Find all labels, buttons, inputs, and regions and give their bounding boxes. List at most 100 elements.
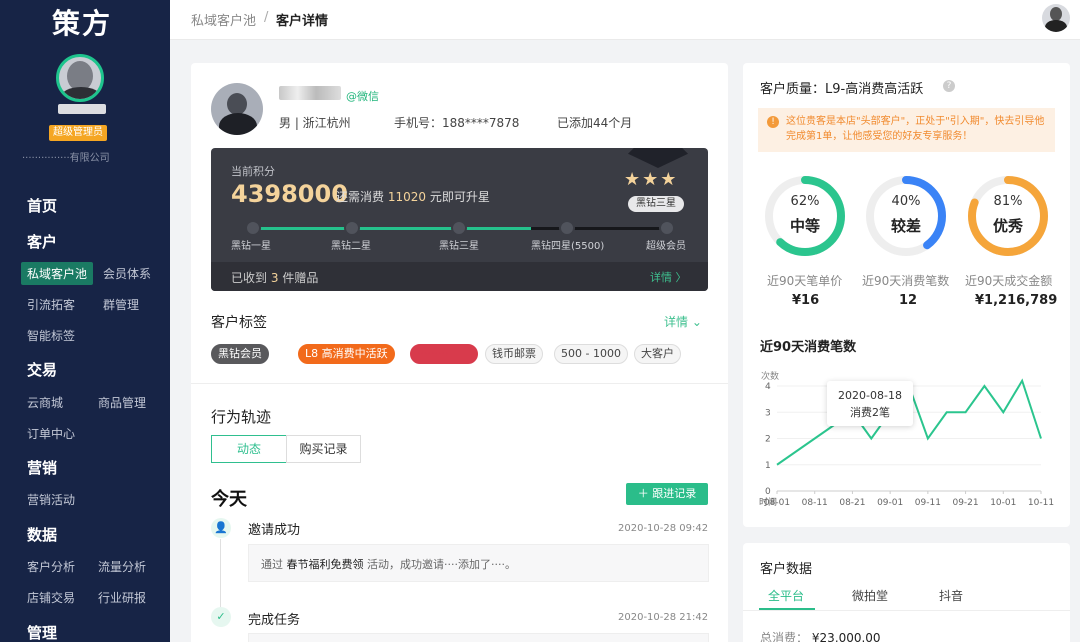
rank-stars: ★★★	[624, 169, 679, 190]
task-check-icon: ✓	[211, 607, 231, 627]
y-tick-label: 4	[765, 382, 771, 392]
metric-label: 近90天成交金额	[965, 274, 1053, 288]
metric-value: ¥1,216,789	[975, 293, 1058, 308]
nav-item-member-system[interactable]: 会员体系	[103, 265, 151, 282]
nav-home[interactable]: 首页	[27, 195, 57, 216]
tab-douyin[interactable]: 抖音	[939, 587, 963, 604]
help-icon[interactable]: ?	[943, 80, 955, 92]
nav-item-store-trade[interactable]: 店铺交易	[27, 589, 75, 606]
nav-manage[interactable]: 管理	[27, 622, 57, 642]
gauge-level: 较差	[890, 217, 921, 235]
tag-price-range[interactable]: 500 - 1000	[554, 344, 628, 364]
event-title: 完成任务	[248, 613, 301, 628]
tag-black-diamond[interactable]: 黑钻会员	[211, 344, 269, 364]
level-label: 超级会员	[646, 241, 686, 252]
level-label: 黑钻四星(5500)	[531, 241, 605, 252]
event-description	[248, 633, 709, 642]
timeline-day-heading: 今天	[211, 489, 247, 510]
tab-activity[interactable]: 动态	[211, 435, 287, 463]
nav-marketing[interactable]: 营销	[27, 457, 57, 478]
total-spend-label: 总消费：	[760, 631, 809, 642]
membership-detail-link[interactable]: 详情 〉	[650, 269, 687, 285]
y-axis-label: 次数	[761, 370, 779, 382]
nav-item-smart-tags[interactable]: 智能标签	[27, 327, 75, 344]
event-time: 2020-10-28 09:42	[618, 523, 709, 534]
tab-purchase-records[interactable]: 购买记录	[286, 435, 361, 463]
chart-tooltip: 2020-08-18 消费2笔	[827, 381, 913, 426]
tab-divider	[743, 610, 1070, 611]
x-tick-label: 10-11	[1028, 498, 1054, 508]
y-tick-label: 1	[765, 461, 771, 471]
nav-item-campaigns[interactable]: 营销活动	[27, 491, 75, 508]
behavior-title: 行为轨迹	[211, 408, 272, 426]
y-tick-label: 0	[765, 487, 771, 497]
gauge-level: 优秀	[992, 217, 1023, 235]
level-progress	[253, 227, 532, 230]
diamond-icon	[628, 148, 688, 168]
breadcrumb-current: 客户详情	[276, 14, 329, 29]
user-avatar[interactable]	[56, 54, 104, 102]
membership-card: 当前积分 4398000 还需消费 11020 元即可升星 ★★★ 黑钻三星 黑…	[211, 148, 708, 291]
nav-item-products[interactable]: 商品管理	[98, 394, 146, 411]
gifts-received: 已收到 3 件赠品	[231, 269, 318, 286]
customer-added-duration: 已添加44个月	[557, 116, 633, 130]
upgrade-amount: 11020	[387, 190, 427, 204]
nav-item-industry[interactable]: 行业研报	[98, 589, 146, 606]
event-description: 通过 春节福利免费领 活动，成功邀请····添加了····。	[248, 544, 709, 582]
metric-value: 12	[899, 293, 918, 308]
customer-quality-card: 客户质量：L9-高消费高活跃 ? ! 这位贵客是本店"头部客户"，正处于"引入期…	[743, 63, 1070, 527]
rank-badge: 黑钻三星	[628, 196, 684, 212]
gauge-percent: 81%	[993, 194, 1023, 209]
nav-item-cloud-mall[interactable]: 云商城	[27, 394, 63, 411]
nav-item-cust-analysis[interactable]: 客户分析	[27, 558, 75, 575]
tag-redacted[interactable]: ·········	[410, 344, 478, 364]
tab-weipaitang[interactable]: 微拍堂	[852, 587, 888, 604]
x-tick-label: 09-01	[877, 498, 903, 508]
tags-title: 客户标签	[211, 315, 267, 331]
level-label: 黑钻三星	[439, 241, 479, 252]
customer-phone: 手机号：188****7878	[394, 116, 520, 130]
top-bar: 私域客户池 / 客户详情	[170, 0, 1080, 40]
tag-coins-stamps[interactable]: 钱币邮票	[485, 344, 543, 364]
level-node-2	[344, 220, 360, 236]
nav-customer[interactable]: 客户	[27, 231, 57, 252]
gifts-count: 3	[270, 271, 279, 285]
gauge-percent: 62%	[790, 194, 820, 209]
nav-item-private-pool[interactable]: 私域客户池	[21, 262, 94, 285]
y-tick-label: 3	[765, 408, 771, 418]
event-time: 2020-10-28 21:42	[618, 612, 709, 623]
tag-big-customer[interactable]: 大客户	[634, 344, 681, 364]
add-follow-up-button[interactable]: ＋ 跟进记录	[626, 483, 708, 505]
sidebar: 策方 超级管理员 ···············有限公司 首页 客户 私域客户池…	[0, 0, 170, 642]
gifts-post: 件赠品	[282, 271, 319, 285]
event-desc-post: 活动，成功邀请····添加了····。	[367, 558, 516, 571]
nav-item-groups[interactable]: 群管理	[103, 296, 139, 313]
app-logo: 策方	[52, 7, 113, 40]
level-label: 黑钻二星	[331, 241, 371, 252]
tags-detail-link[interactable]: 详情 ⌄	[664, 313, 702, 330]
event-title: 邀请成功	[248, 523, 301, 538]
nav-item-traffic-analysis[interactable]: 流量分析	[98, 558, 146, 575]
data-card-title: 客户数据	[760, 562, 813, 577]
x-tick-label: 09-11	[915, 498, 941, 508]
nav-item-traffic[interactable]: 引流拓客	[27, 296, 75, 313]
gifts-pre: 已收到	[231, 271, 268, 285]
nav-item-orders[interactable]: 订单中心	[27, 425, 75, 442]
x-tick-label: 08-11	[802, 498, 828, 508]
event-desc-pre: 通过	[261, 558, 283, 571]
event-campaign-name[interactable]: 春节福利免费领	[287, 558, 364, 571]
company-name: ···············有限公司	[22, 153, 110, 164]
metric-value: ¥16	[792, 293, 820, 308]
nav-trade[interactable]: 交易	[27, 359, 57, 380]
tooltip-date: 2020-08-18	[838, 389, 902, 402]
tab-all-platforms[interactable]: 全平台	[768, 587, 804, 604]
tag-l8-active[interactable]: L8 高消费中活跃	[298, 344, 395, 364]
quality-alert: ! 这位贵客是本店"头部客户"，正处于"引入期"，快去引导他完成第1单，让他感受…	[758, 108, 1055, 152]
account-avatar[interactable]	[1042, 4, 1070, 32]
breadcrumb-separator: /	[264, 10, 269, 25]
nav-data[interactable]: 数据	[27, 524, 57, 545]
customer-avatar	[211, 83, 263, 135]
breadcrumb-parent[interactable]: 私域客户池	[191, 10, 256, 29]
metric-label: 近90天笔单价	[767, 274, 843, 288]
customer-data-card: 客户数据 全平台 微拍堂 抖音 总消费： ¥23,000.00	[743, 543, 1070, 642]
